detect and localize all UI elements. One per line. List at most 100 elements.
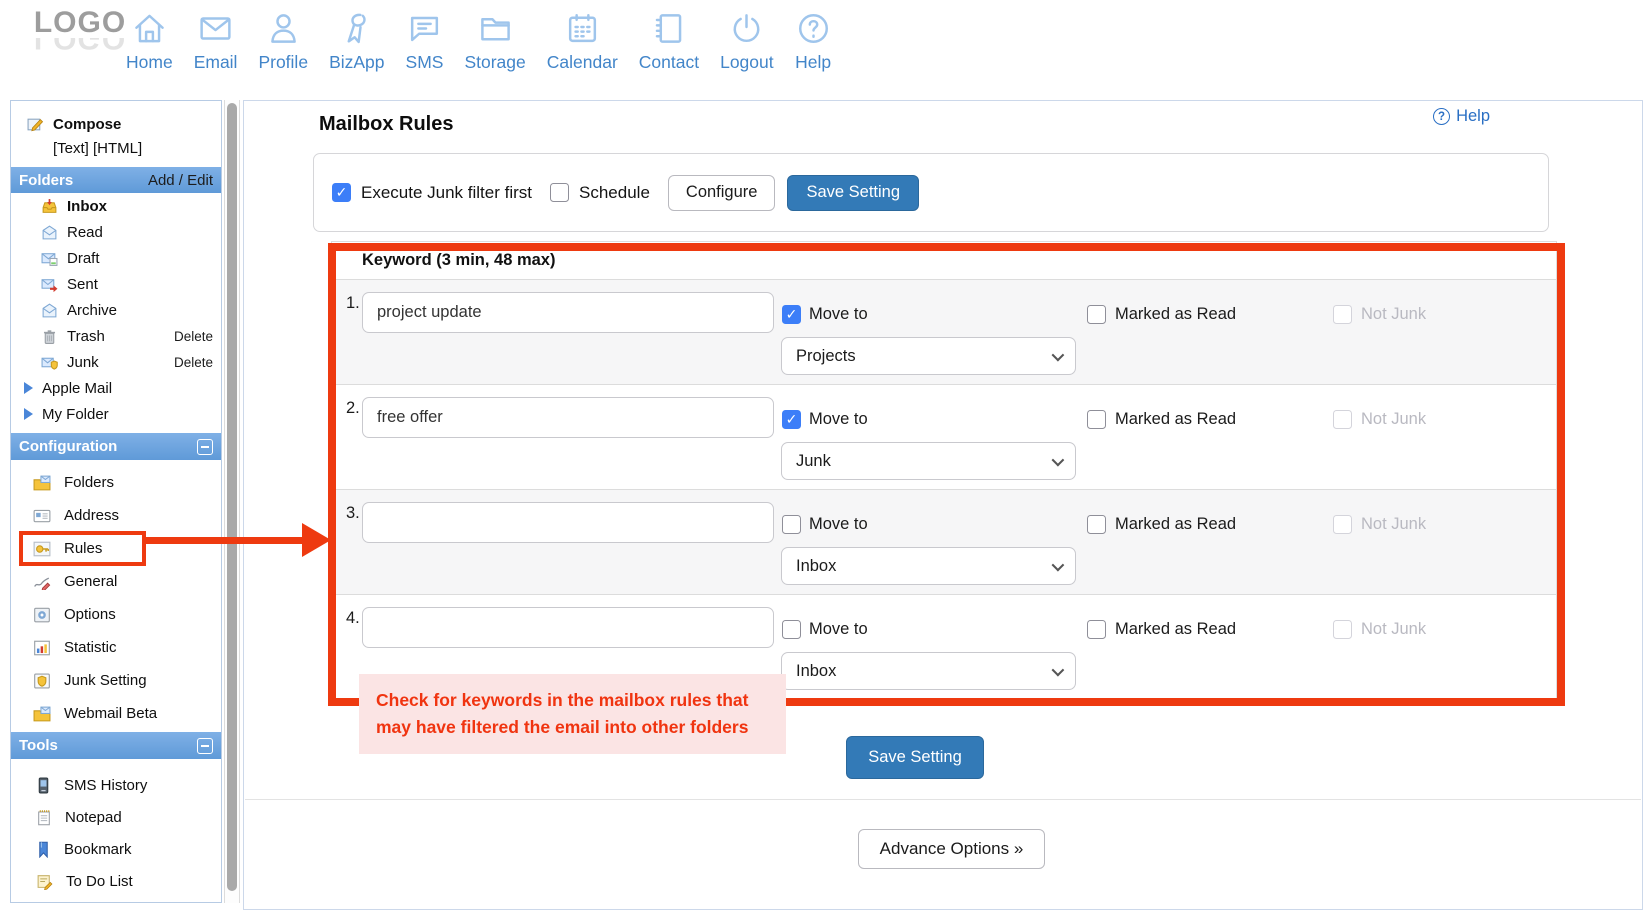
sidebar: Compose [Text] [HTML] Folders Add / Edit… — [10, 100, 222, 903]
sidebar-scrollbar[interactable] — [224, 100, 240, 903]
save-setting-button-bottom[interactable]: Save Setting — [846, 736, 984, 779]
configure-button[interactable]: Configure — [668, 175, 776, 211]
rules-icon — [33, 541, 51, 557]
not-junk-label: Not Junk — [1361, 410, 1426, 429]
rule-number: 4. — [346, 609, 360, 628]
nav-profile[interactable]: Profile — [258, 10, 308, 73]
marked-as-read-checkbox-3[interactable] — [1087, 515, 1106, 534]
sidebar-item-junk[interactable]: Junk Delete — [11, 349, 221, 375]
schedule-checkbox[interactable] — [550, 183, 569, 202]
move-to-checkbox-4[interactable] — [782, 620, 801, 639]
sidebar-item-general[interactable]: General — [11, 565, 221, 598]
collapse-icon[interactable] — [197, 439, 213, 455]
marked-as-read-checkbox-2[interactable] — [1087, 410, 1106, 429]
sidebar-item-address[interactable]: Address — [11, 499, 221, 532]
sidebar-item-webmail-beta[interactable]: Webmail Beta — [11, 697, 221, 730]
junk-delete-link[interactable]: Delete — [174, 355, 221, 370]
move-to-checkbox-2[interactable] — [782, 410, 801, 429]
sidebar-item-cfg-folders[interactable]: Folders — [11, 466, 221, 499]
folder-select-3[interactable]: Inbox — [781, 547, 1076, 585]
keyword-input-3[interactable] — [362, 502, 774, 543]
folder-select-1[interactable]: Projects — [781, 337, 1076, 375]
bookmark-icon — [36, 841, 51, 858]
move-to-label: Move to — [809, 305, 868, 324]
home-icon — [131, 10, 168, 47]
not-junk-checkbox-3 — [1333, 515, 1352, 534]
move-to-checkbox-3[interactable] — [782, 515, 801, 534]
notepad-icon — [36, 809, 52, 826]
sidebar-item-options[interactable]: Options — [11, 598, 221, 631]
marked-as-read-label: Marked as Read — [1115, 305, 1236, 324]
folder-select-4[interactable]: Inbox — [781, 652, 1076, 690]
nav-sms[interactable]: SMS — [406, 10, 444, 73]
keyword-input-1[interactable] — [362, 292, 774, 333]
sidebar-item-notepad[interactable]: Notepad — [11, 801, 221, 833]
nav-storage[interactable]: Storage — [464, 10, 525, 73]
sidebar-item-junk-setting[interactable]: Junk Setting — [11, 664, 221, 697]
folder-select-2[interactable]: Junk — [781, 442, 1076, 480]
sidebar-item-trash[interactable]: Trash Delete — [11, 323, 221, 349]
nav-contact[interactable]: Contact — [639, 10, 699, 73]
archive-icon — [41, 302, 58, 319]
nav-home[interactable]: Home — [126, 10, 173, 73]
sidebar-item-draft[interactable]: Draft — [11, 245, 221, 271]
sidebar-item-apple-mail[interactable]: Apple Mail — [11, 375, 221, 401]
compose-mode-links[interactable]: [Text] [HTML] — [11, 137, 221, 159]
to-do-list-icon — [36, 873, 53, 890]
expand-arrow-icon[interactable] — [24, 382, 33, 394]
main-panel: ? Help Mailbox Rules Execute Junk filter… — [243, 100, 1643, 910]
tools-section-header: Tools — [11, 732, 221, 759]
keyword-input-4[interactable] — [362, 607, 774, 648]
sidebar-item-rules[interactable]: Rules — [11, 532, 221, 565]
calendar-icon — [564, 10, 601, 47]
sidebar-item-bookmark[interactable]: Bookmark — [11, 833, 221, 865]
move-to-checkbox-1[interactable] — [782, 305, 801, 324]
nav-bizapp[interactable]: BizApp — [329, 10, 384, 73]
sms-icon — [406, 10, 443, 47]
marked-as-read-checkbox-1[interactable] — [1087, 305, 1106, 324]
folders-add-edit-link[interactable]: Add / Edit — [148, 172, 213, 189]
configuration-section-header: Configuration — [11, 433, 221, 460]
top-navigation: Home Email Profile BizApp SMS Storage Ca… — [126, 10, 832, 73]
scrollbar-thumb[interactable] — [227, 103, 237, 891]
rule-number: 1. — [346, 294, 360, 313]
keyword-input-2[interactable] — [362, 397, 774, 438]
chevron-down-icon — [1052, 348, 1065, 361]
advance-options-button[interactable]: Advance Options » — [858, 829, 1045, 869]
sidebar-item-sent[interactable]: Sent — [11, 271, 221, 297]
schedule-label: Schedule — [579, 183, 650, 203]
sidebar-item-partial[interactable] — [11, 897, 221, 903]
marked-as-read-checkbox-4[interactable] — [1087, 620, 1106, 639]
compose-button[interactable]: Compose — [11, 111, 221, 137]
save-setting-button-top[interactable]: Save Setting — [787, 175, 919, 211]
junk-setting-icon — [33, 673, 51, 689]
nav-help[interactable]: Help — [795, 10, 832, 73]
rule-number: 2. — [346, 399, 360, 418]
nav-logout[interactable]: Logout — [720, 10, 774, 73]
marked-as-read-label: Marked as Read — [1115, 410, 1236, 429]
marked-as-read-label: Marked as Read — [1115, 515, 1236, 534]
sidebar-item-my-folder[interactable]: My Folder — [11, 401, 221, 427]
sidebar-item-sms-history[interactable]: SMS History — [11, 769, 221, 801]
move-to-label: Move to — [809, 515, 868, 534]
sidebar-item-inbox[interactable]: Inbox — [11, 193, 221, 219]
sidebar-item-to-do-list[interactable]: To Do List — [11, 865, 221, 897]
sidebar-item-archive[interactable]: Archive — [11, 297, 221, 323]
collapse-icon[interactable] — [197, 738, 213, 754]
expand-arrow-icon[interactable] — [24, 408, 33, 420]
help-link[interactable]: ? Help — [1433, 107, 1490, 126]
junk-filter-checkbox[interactable] — [332, 183, 351, 202]
chevron-down-icon — [1052, 558, 1065, 571]
compose-label: Compose — [53, 116, 121, 133]
sms-history-icon — [36, 777, 51, 794]
nav-calendar[interactable]: Calendar — [547, 10, 618, 73]
sidebar-item-read[interactable]: Read — [11, 219, 221, 245]
folder-select-value: Inbox — [796, 557, 836, 576]
read-icon — [41, 224, 58, 241]
nav-email[interactable]: Email — [194, 10, 238, 73]
email-icon — [197, 10, 234, 47]
sidebar-item-statistic[interactable]: Statistic — [11, 631, 221, 664]
keyword-rule-row-3: 3. Move to Inbox Marked as Read Not Junk — [332, 490, 1556, 595]
folders-section-header: Folders Add / Edit — [11, 167, 221, 193]
trash-delete-link[interactable]: Delete — [174, 329, 221, 344]
